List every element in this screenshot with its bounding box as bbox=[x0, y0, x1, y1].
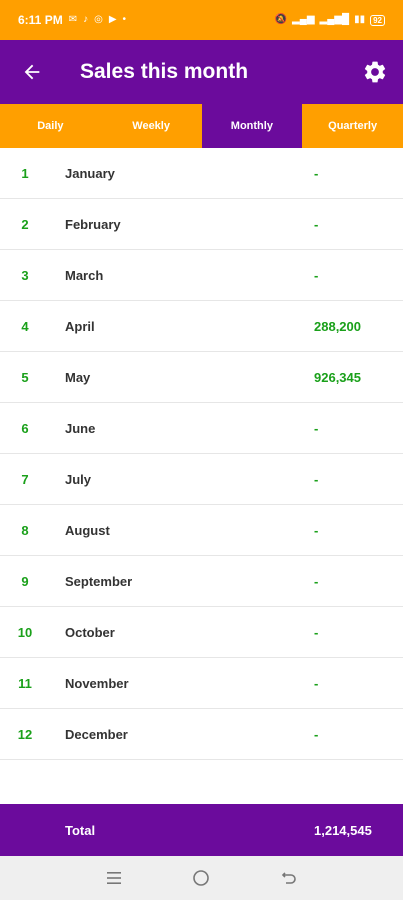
gear-icon bbox=[364, 61, 386, 83]
row-number: 1 bbox=[21, 165, 29, 181]
list-item[interactable]: 5 May 926,345 bbox=[0, 352, 403, 403]
row-value: 926,345 bbox=[314, 369, 361, 385]
total-label: Total bbox=[65, 822, 96, 838]
row-number: 2 bbox=[21, 216, 29, 232]
dot-icon: • bbox=[122, 14, 127, 25]
row-number: 9 bbox=[21, 573, 29, 589]
row-month: July bbox=[65, 471, 92, 487]
row-month: February bbox=[65, 216, 121, 232]
list-item[interactable]: 7 July - bbox=[0, 454, 403, 505]
row-number: 3 bbox=[21, 267, 29, 283]
list-item[interactable]: 9 September - bbox=[0, 556, 403, 607]
list-item[interactable]: 6 June - bbox=[0, 403, 403, 454]
row-value: - bbox=[314, 165, 319, 181]
row-month: November bbox=[65, 675, 129, 691]
row-month: September bbox=[65, 573, 133, 589]
settings-button[interactable] bbox=[359, 56, 391, 88]
row-month: December bbox=[65, 726, 128, 742]
lte-icon: ▮▮ bbox=[354, 14, 366, 25]
back-button[interactable] bbox=[0, 40, 64, 104]
row-number: 12 bbox=[17, 726, 33, 742]
status-right: 🔕 ▂▄▆ ▂▄▆█ ▮▮ 92 bbox=[274, 14, 385, 26]
row-value: - bbox=[314, 726, 319, 742]
row-month: October bbox=[65, 624, 115, 640]
home-circle-icon bbox=[193, 870, 210, 886]
monthly-sales-list: 1 January - 2 February - 3 March - 4 Apr… bbox=[0, 148, 403, 760]
tab-monthly[interactable]: Monthly bbox=[201, 104, 303, 148]
row-value: - bbox=[314, 420, 319, 436]
row-number: 6 bbox=[21, 420, 29, 436]
wifi-signal-icon: ▂▄▆█ bbox=[319, 14, 350, 25]
list-item[interactable]: 3 March - bbox=[0, 250, 403, 301]
row-number: 5 bbox=[21, 369, 29, 385]
list-item[interactable]: 4 April 288,200 bbox=[0, 301, 403, 352]
home-button[interactable] bbox=[186, 863, 216, 893]
row-value: - bbox=[314, 471, 319, 487]
list-item[interactable]: 8 August - bbox=[0, 505, 403, 556]
row-month: March bbox=[65, 267, 104, 283]
row-value: - bbox=[314, 675, 319, 691]
app-bar: Sales this month bbox=[0, 40, 403, 104]
list-item[interactable]: 12 December - bbox=[0, 709, 403, 760]
row-value: - bbox=[314, 216, 319, 232]
row-month: April bbox=[65, 318, 95, 334]
total-value: 1,214,545 bbox=[314, 822, 372, 838]
system-back-button[interactable] bbox=[274, 863, 304, 893]
status-left: 6:11 PM ✉ ♪ ◎ ▶ • bbox=[18, 13, 126, 27]
signal-icon: ▂▄▆ bbox=[292, 14, 315, 25]
row-number: 4 bbox=[21, 318, 29, 334]
recent-apps-button[interactable] bbox=[99, 863, 129, 893]
list-item[interactable]: 11 November - bbox=[0, 658, 403, 709]
row-value: 288,200 bbox=[314, 318, 361, 334]
row-number: 10 bbox=[17, 624, 33, 640]
whatsapp-icon: ◎ bbox=[94, 14, 103, 25]
row-number: 11 bbox=[18, 675, 32, 691]
status-bar: 6:11 PM ✉ ♪ ◎ ▶ • 🔕 ▂▄▆ ▂▄▆█ ▮▮ 92 bbox=[0, 0, 403, 40]
back-icon bbox=[282, 872, 296, 884]
battery-icon: 92 bbox=[370, 14, 385, 26]
list-item[interactable]: 10 October - bbox=[0, 607, 403, 658]
row-value: - bbox=[314, 624, 319, 640]
tab-quarterly[interactable]: Quarterly bbox=[302, 104, 403, 148]
row-value: - bbox=[314, 522, 319, 538]
row-month: May bbox=[65, 369, 91, 385]
period-tabs: Daily Weekly Monthly Quarterly bbox=[0, 104, 403, 148]
menu-icon bbox=[106, 872, 121, 884]
row-number: 8 bbox=[21, 522, 29, 538]
total-bar: Total 1,214,545 bbox=[0, 804, 403, 856]
row-number: 7 bbox=[21, 471, 29, 487]
row-month: August bbox=[65, 522, 110, 538]
page-title: Sales this month bbox=[80, 60, 249, 83]
system-nav-bar bbox=[0, 856, 403, 900]
mail-icon: ✉ bbox=[68, 14, 78, 25]
list-item[interactable]: 1 January - bbox=[0, 148, 403, 199]
tab-daily[interactable]: Daily bbox=[0, 104, 101, 148]
list-item[interactable]: 2 February - bbox=[0, 199, 403, 250]
row-month: June bbox=[65, 420, 96, 436]
tiktok-icon: ♪ bbox=[83, 14, 89, 25]
arrow-left-icon bbox=[24, 64, 40, 80]
row-month: January bbox=[65, 165, 115, 181]
youtube-icon: ▶ bbox=[108, 14, 117, 25]
mute-icon: 🔕 bbox=[274, 14, 288, 25]
row-value: - bbox=[314, 267, 319, 283]
tab-weekly[interactable]: Weekly bbox=[101, 104, 202, 148]
status-time: 6:11 PM bbox=[18, 13, 63, 27]
row-value: - bbox=[314, 573, 319, 589]
